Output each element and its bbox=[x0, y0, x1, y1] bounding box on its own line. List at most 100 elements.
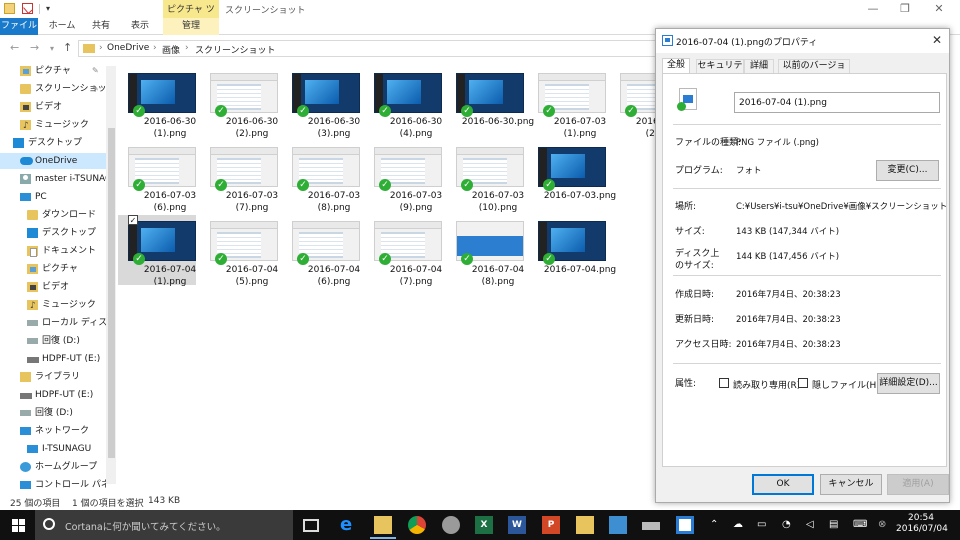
nav-item[interactable]: ライブラリ bbox=[0, 369, 106, 385]
close-window-icon[interactable]: ✕ bbox=[924, 1, 954, 17]
usb-drive-icon[interactable] bbox=[642, 522, 660, 530]
minimize-icon[interactable]: — bbox=[858, 1, 888, 17]
file-tile[interactable]: ✓ 2016-07-04 (7).png bbox=[364, 215, 442, 287]
file-tile[interactable]: ✓ 2016-07-03 (8).png bbox=[282, 141, 360, 213]
folder-icon[interactable] bbox=[4, 3, 15, 14]
file-tile[interactable]: ✓ 2016-07-03.png bbox=[528, 141, 616, 211]
up-icon[interactable]: ↑ bbox=[63, 41, 72, 54]
quick-access-dropdown-icon[interactable]: ▾ bbox=[46, 4, 50, 13]
readonly-label[interactable]: 読み取り専用(R) bbox=[733, 378, 800, 391]
nav-item[interactable]: PC bbox=[0, 189, 106, 205]
documents-folder-icon[interactable] bbox=[576, 516, 594, 534]
show-hidden-icons-icon[interactable]: ⌃ bbox=[710, 519, 718, 530]
nav-item[interactable]: ミュージック bbox=[0, 297, 106, 313]
filename-input[interactable] bbox=[734, 92, 940, 113]
nav-item[interactable]: ミュージック bbox=[0, 117, 106, 133]
back-icon[interactable]: ← bbox=[10, 41, 19, 54]
tab-share[interactable]: 共有 bbox=[86, 18, 116, 35]
hidden-checkbox[interactable] bbox=[798, 378, 808, 388]
nav-item[interactable]: ドキュメント bbox=[0, 243, 106, 259]
nav-item[interactable]: スクリーンショット✎ bbox=[0, 81, 106, 97]
volume-icon[interactable]: ◁ bbox=[806, 519, 814, 530]
nav-item[interactable]: コントロール パネル bbox=[0, 477, 106, 493]
selection-checkbox[interactable]: ✓ bbox=[128, 215, 138, 225]
file-tile[interactable]: ✓ 2016-07-04 (5).png bbox=[200, 215, 278, 287]
ok-button[interactable]: OK bbox=[752, 474, 814, 495]
nav-item[interactable]: OneDrive bbox=[0, 153, 106, 169]
photos-icon[interactable] bbox=[676, 516, 694, 534]
ime-icon[interactable]: ⊗ bbox=[878, 519, 886, 530]
file-tile[interactable]: ✓ 2016-07-04 (6).png bbox=[282, 215, 360, 287]
nav-scrollbar-thumb[interactable] bbox=[108, 128, 115, 458]
file-tile[interactable]: ✓ 2016-07-03 (1).png bbox=[528, 67, 606, 139]
nav-item[interactable]: ビデオ bbox=[0, 279, 106, 295]
maximize-icon[interactable]: ❐ bbox=[890, 1, 920, 17]
nav-item[interactable]: ホームグループ bbox=[0, 459, 106, 475]
task-view-icon[interactable] bbox=[303, 519, 319, 532]
file-tile[interactable]: ✓ 2016-07-03 (10).png bbox=[446, 141, 524, 213]
onedrive-tray-icon[interactable]: ☁ bbox=[733, 519, 743, 530]
tab-file[interactable]: ファイル bbox=[0, 18, 38, 35]
tab-security[interactable]: セキュリティ bbox=[696, 59, 744, 84]
keyboard-icon[interactable]: ⌨ bbox=[853, 519, 867, 530]
breadcrumb-pictures[interactable]: 画像 bbox=[162, 43, 180, 56]
nav-item[interactable]: ビデオ bbox=[0, 99, 106, 115]
nav-item[interactable]: ピクチャ ✎ bbox=[0, 63, 106, 79]
nav-item[interactable]: HDPF-UT (E:) bbox=[0, 351, 106, 367]
paint-icon[interactable] bbox=[442, 516, 460, 534]
cancel-button[interactable]: キャンセル bbox=[820, 474, 882, 495]
breadcrumb-screenshots[interactable]: スクリーンショット bbox=[195, 43, 276, 56]
recent-locations-icon[interactable]: ▾ bbox=[50, 44, 54, 53]
nav-item[interactable]: ローカル ディスク (C:) bbox=[0, 315, 106, 331]
tab-details[interactable]: 詳細 bbox=[744, 59, 774, 73]
network-app-icon[interactable] bbox=[609, 516, 627, 534]
edge-browser-icon[interactable]: e bbox=[340, 516, 358, 534]
file-explorer-icon[interactable] bbox=[370, 516, 396, 539]
file-tile[interactable]: ✓ 2016-06-30 (4).png bbox=[364, 67, 442, 139]
file-tile[interactable]: ✓ 2016-07-04 (8).png bbox=[446, 215, 524, 287]
file-tile[interactable]: ✓ 2016-07-03 (9).png bbox=[364, 141, 442, 213]
readonly-checkbox[interactable] bbox=[719, 378, 729, 388]
file-tile[interactable]: ✓ 2016-06-30 (1).png bbox=[118, 67, 196, 139]
powerpoint-icon[interactable]: P bbox=[542, 516, 560, 534]
close-icon[interactable]: ✕ bbox=[932, 33, 942, 47]
tab-general[interactable]: 全般 bbox=[662, 58, 690, 73]
apply-button[interactable]: 適用(A) bbox=[887, 474, 949, 495]
notifications-icon[interactable]: ▤ bbox=[829, 519, 838, 530]
file-tile[interactable]: ✓ 2016-06-30 (3).png bbox=[282, 67, 360, 139]
file-tile[interactable]: ✓ 2016-06-30.png bbox=[446, 67, 534, 137]
nav-item[interactable]: デスクトップ bbox=[0, 135, 106, 151]
file-tile[interactable]: ✓ 2016-07-03 (6).png bbox=[118, 141, 196, 213]
tab-home[interactable]: ホーム bbox=[44, 18, 80, 35]
file-tile[interactable]: ✓ ✓ 2016-07-04 (1).png bbox=[118, 215, 196, 287]
nav-item[interactable]: ネットワーク bbox=[0, 423, 106, 439]
breadcrumb-onedrive[interactable]: OneDrive bbox=[107, 43, 149, 53]
word-icon[interactable]: W bbox=[508, 516, 526, 534]
tab-manage[interactable]: 管理 bbox=[163, 18, 219, 35]
pin-icon[interactable]: ✎ bbox=[92, 81, 99, 97]
address-field[interactable]: › OneDrive › 画像 › スクリーンショット bbox=[78, 40, 738, 57]
file-tile[interactable]: ✓ 2016-07-04.png bbox=[528, 215, 616, 285]
windows-start-icon[interactable] bbox=[12, 519, 25, 532]
tab-view[interactable]: 表示 bbox=[124, 18, 156, 35]
tab-previous-versions[interactable]: 以前のバージョン bbox=[778, 59, 850, 84]
properties-check-icon[interactable] bbox=[22, 3, 33, 14]
nav-item[interactable]: I-TSUNAGU bbox=[0, 441, 106, 457]
nav-item[interactable]: ピクチャ bbox=[0, 261, 106, 277]
file-tile[interactable]: ✓ 2016-07-03 (7).png bbox=[200, 141, 278, 213]
excel-icon[interactable]: X bbox=[475, 516, 493, 534]
change-program-button[interactable]: 変更(C)... bbox=[876, 160, 939, 181]
forward-icon[interactable]: → bbox=[30, 41, 39, 54]
file-tile[interactable]: ✓2016-07-03 (2).png bbox=[610, 67, 658, 139]
cortana-search-box[interactable]: Cortanaに何か聞いてみてください。 bbox=[35, 510, 293, 540]
hidden-label[interactable]: 隠しファイル(H) bbox=[812, 378, 880, 391]
nav-item[interactable]: デスクトップ bbox=[0, 225, 106, 241]
wifi-icon[interactable]: ◔ bbox=[782, 519, 791, 530]
system-clock[interactable]: 20:54 2016/07/04 bbox=[896, 513, 948, 535]
usb-eject-icon[interactable]: ▭ bbox=[757, 519, 766, 530]
advanced-attributes-button[interactable]: 詳細設定(D)... bbox=[877, 373, 940, 394]
nav-item[interactable]: HDPF-UT (E:) bbox=[0, 387, 106, 403]
nav-item[interactable]: 回復 (D:) bbox=[0, 333, 106, 349]
file-tile[interactable]: ✓ 2016-06-30 (2).png bbox=[200, 67, 278, 139]
nav-item[interactable]: master i-TSUNAGU bbox=[0, 171, 106, 187]
